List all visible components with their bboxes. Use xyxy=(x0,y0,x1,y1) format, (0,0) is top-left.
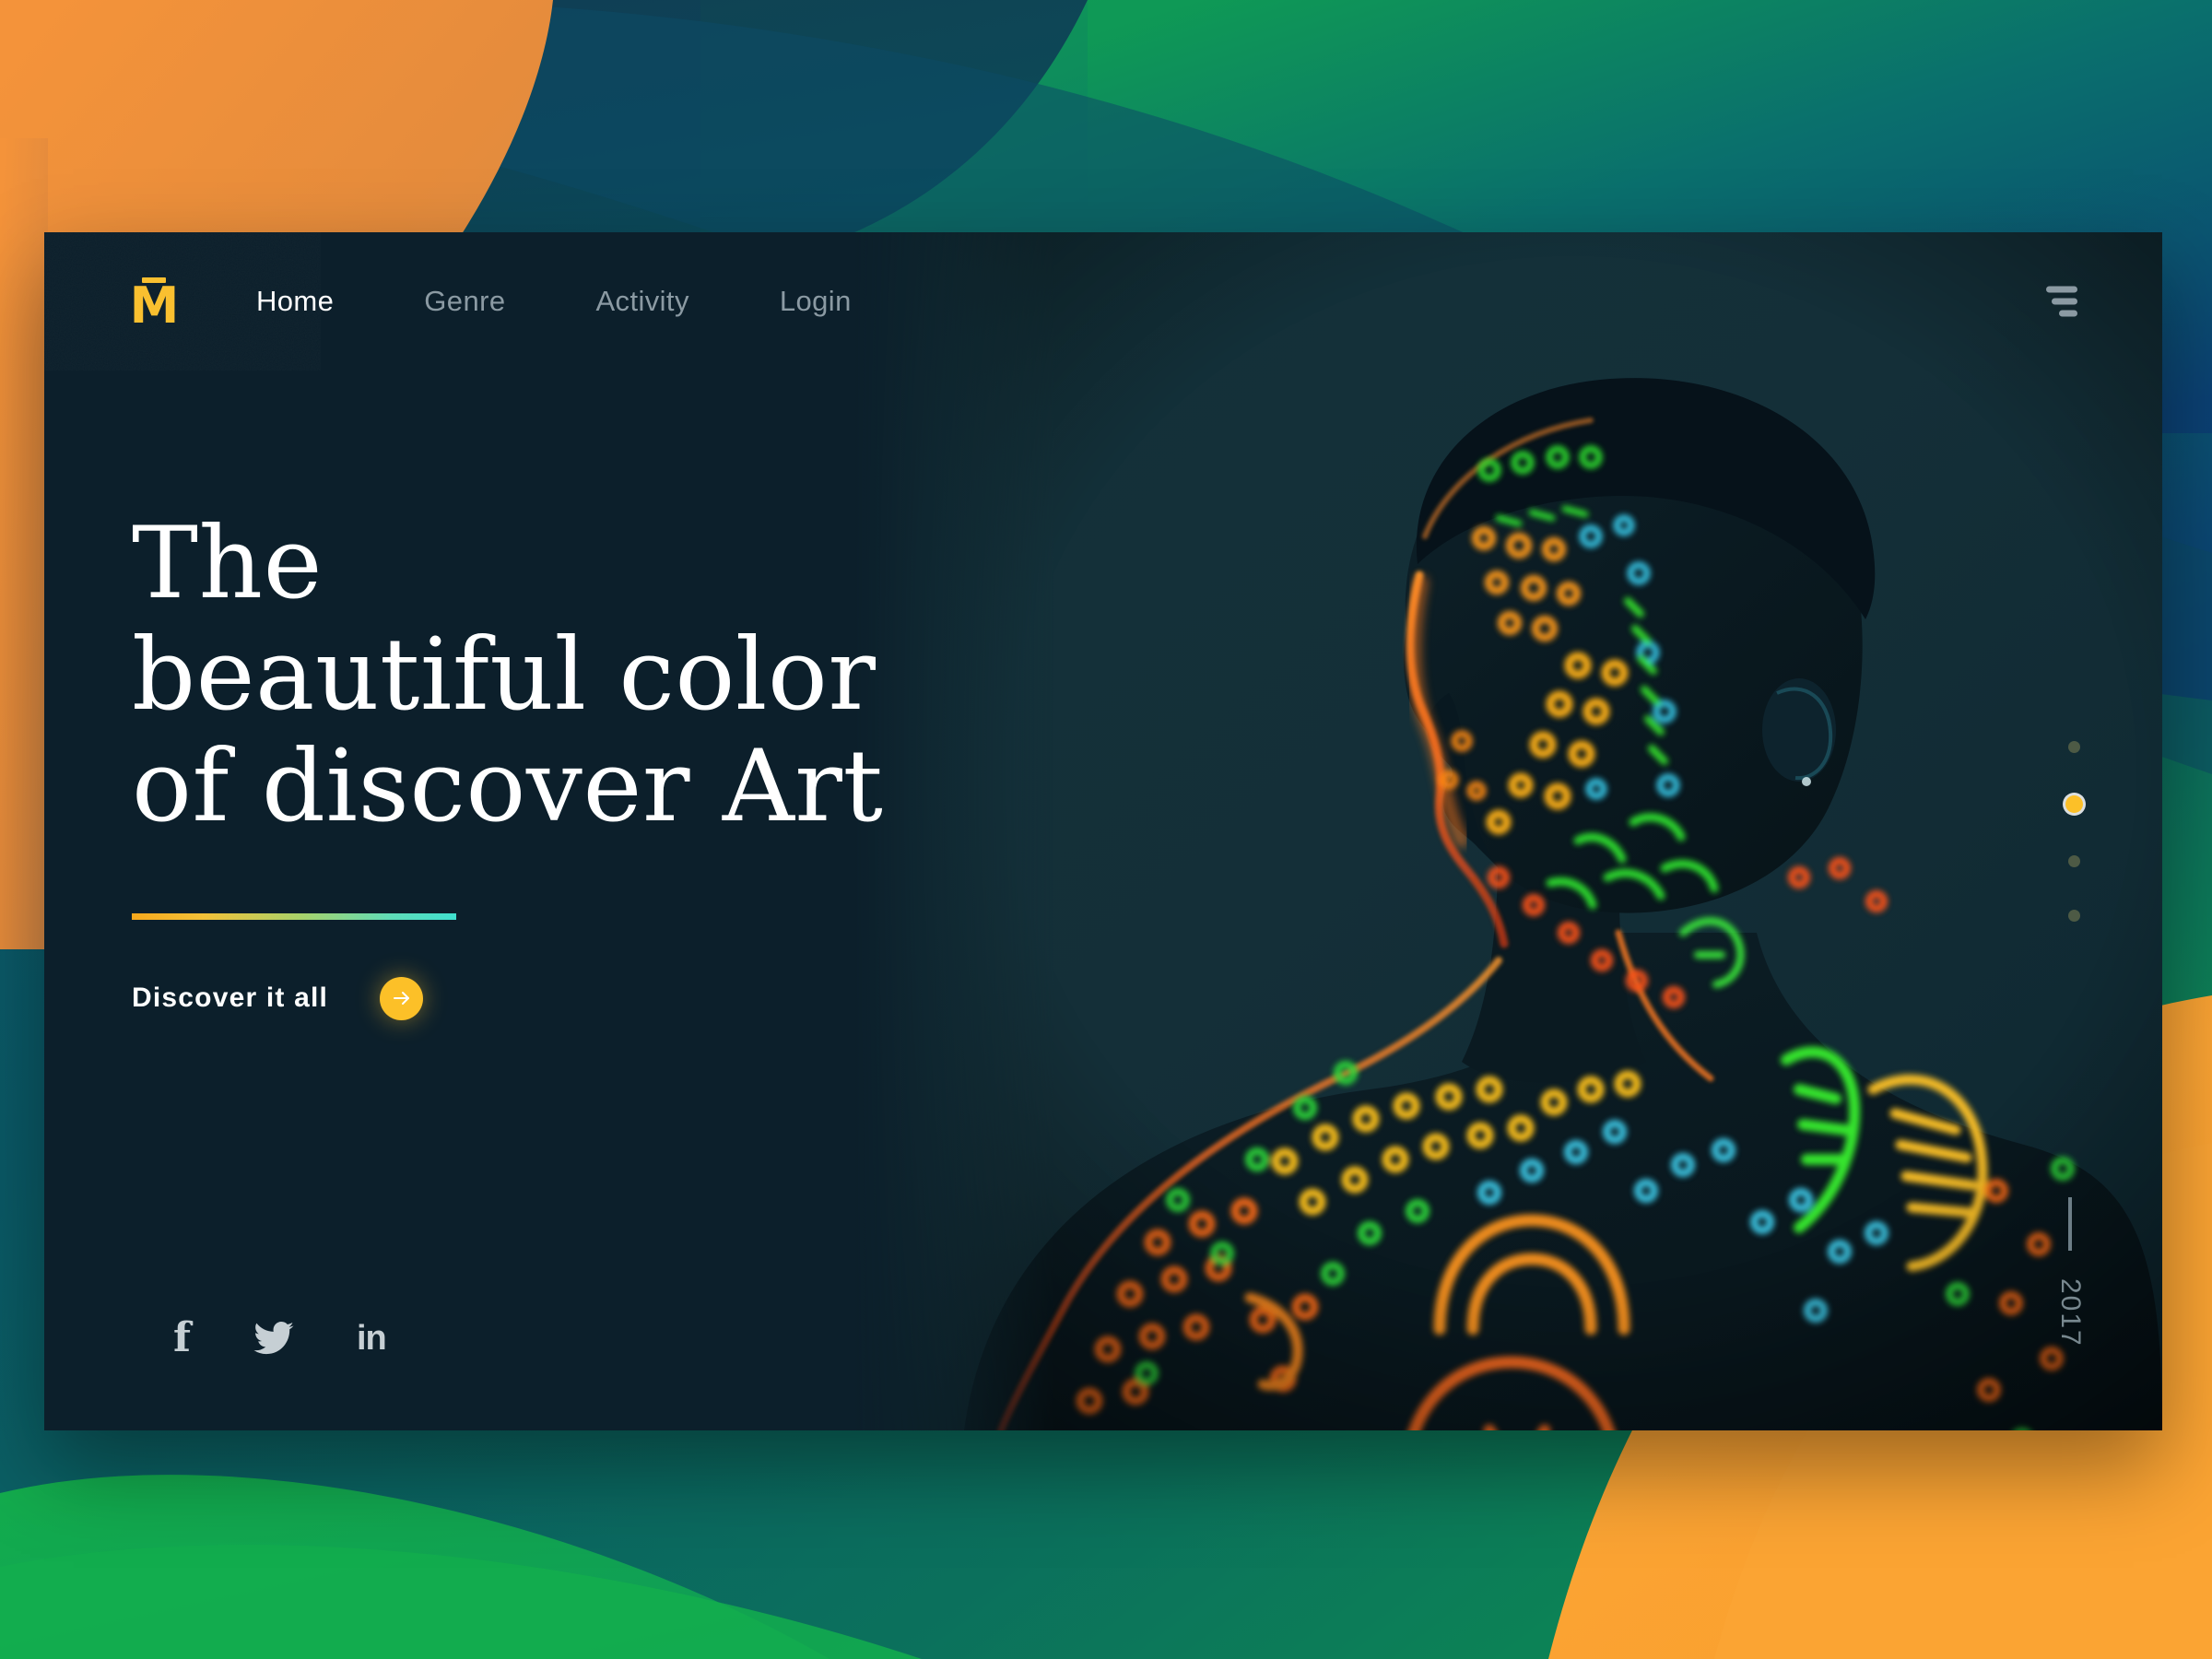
hero-content: The beautiful color of discover Art Disc… xyxy=(132,506,1053,1020)
year-indicator: 2017 xyxy=(2054,1197,2086,1347)
cta-label: Discover it all xyxy=(132,982,329,1014)
logo-letter: M xyxy=(129,276,180,335)
gradient-divider xyxy=(132,912,456,920)
year-label: 2017 xyxy=(2055,1278,2086,1347)
arrow-right-icon[interactable] xyxy=(380,976,424,1020)
hamburger-line-2 xyxy=(2052,298,2077,305)
nav-item-login[interactable]: Login xyxy=(780,285,852,318)
page-title: The beautiful color of discover Art xyxy=(132,506,1053,844)
nav-item-home[interactable]: Home xyxy=(256,285,334,318)
slider-dot-3[interactable] xyxy=(2068,855,2080,867)
slider-dot-1[interactable] xyxy=(2068,741,2080,753)
hamburger-line-1 xyxy=(2046,286,2077,293)
slider-dot-2[interactable] xyxy=(2065,795,2083,813)
discover-cta[interactable]: Discover it all xyxy=(132,976,1053,1020)
top-navigation: M Home Genre Activity Login xyxy=(44,232,2162,371)
arrow-right-glyph xyxy=(393,992,409,1006)
twitter-icon[interactable] xyxy=(253,1322,294,1355)
brand-logo[interactable]: M xyxy=(129,276,180,335)
hero-card: M Home Genre Activity Login The beautifu… xyxy=(44,232,2162,1430)
logo-bar-icon xyxy=(142,277,166,283)
headline-line-2: beautiful color xyxy=(132,617,877,733)
hamburger-menu-icon[interactable] xyxy=(2046,286,2077,317)
twitter-bird-glyph xyxy=(253,1322,294,1355)
facebook-icon[interactable]: f xyxy=(173,1318,191,1359)
nav-links: Home Genre Activity Login xyxy=(256,285,942,318)
slider-dot-4[interactable] xyxy=(2068,910,2080,922)
slider-pagination xyxy=(2065,741,2083,922)
hamburger-line-3 xyxy=(2059,310,2077,317)
nav-item-activity[interactable]: Activity xyxy=(595,285,688,318)
year-rule xyxy=(2068,1197,2072,1252)
nav-item-genre[interactable]: Genre xyxy=(424,285,505,318)
social-links: f in xyxy=(173,1318,387,1359)
headline-line-3: of discover Art xyxy=(132,728,884,844)
linkedin-icon[interactable]: in xyxy=(357,1321,387,1356)
headline-line-1: The xyxy=(132,506,324,621)
